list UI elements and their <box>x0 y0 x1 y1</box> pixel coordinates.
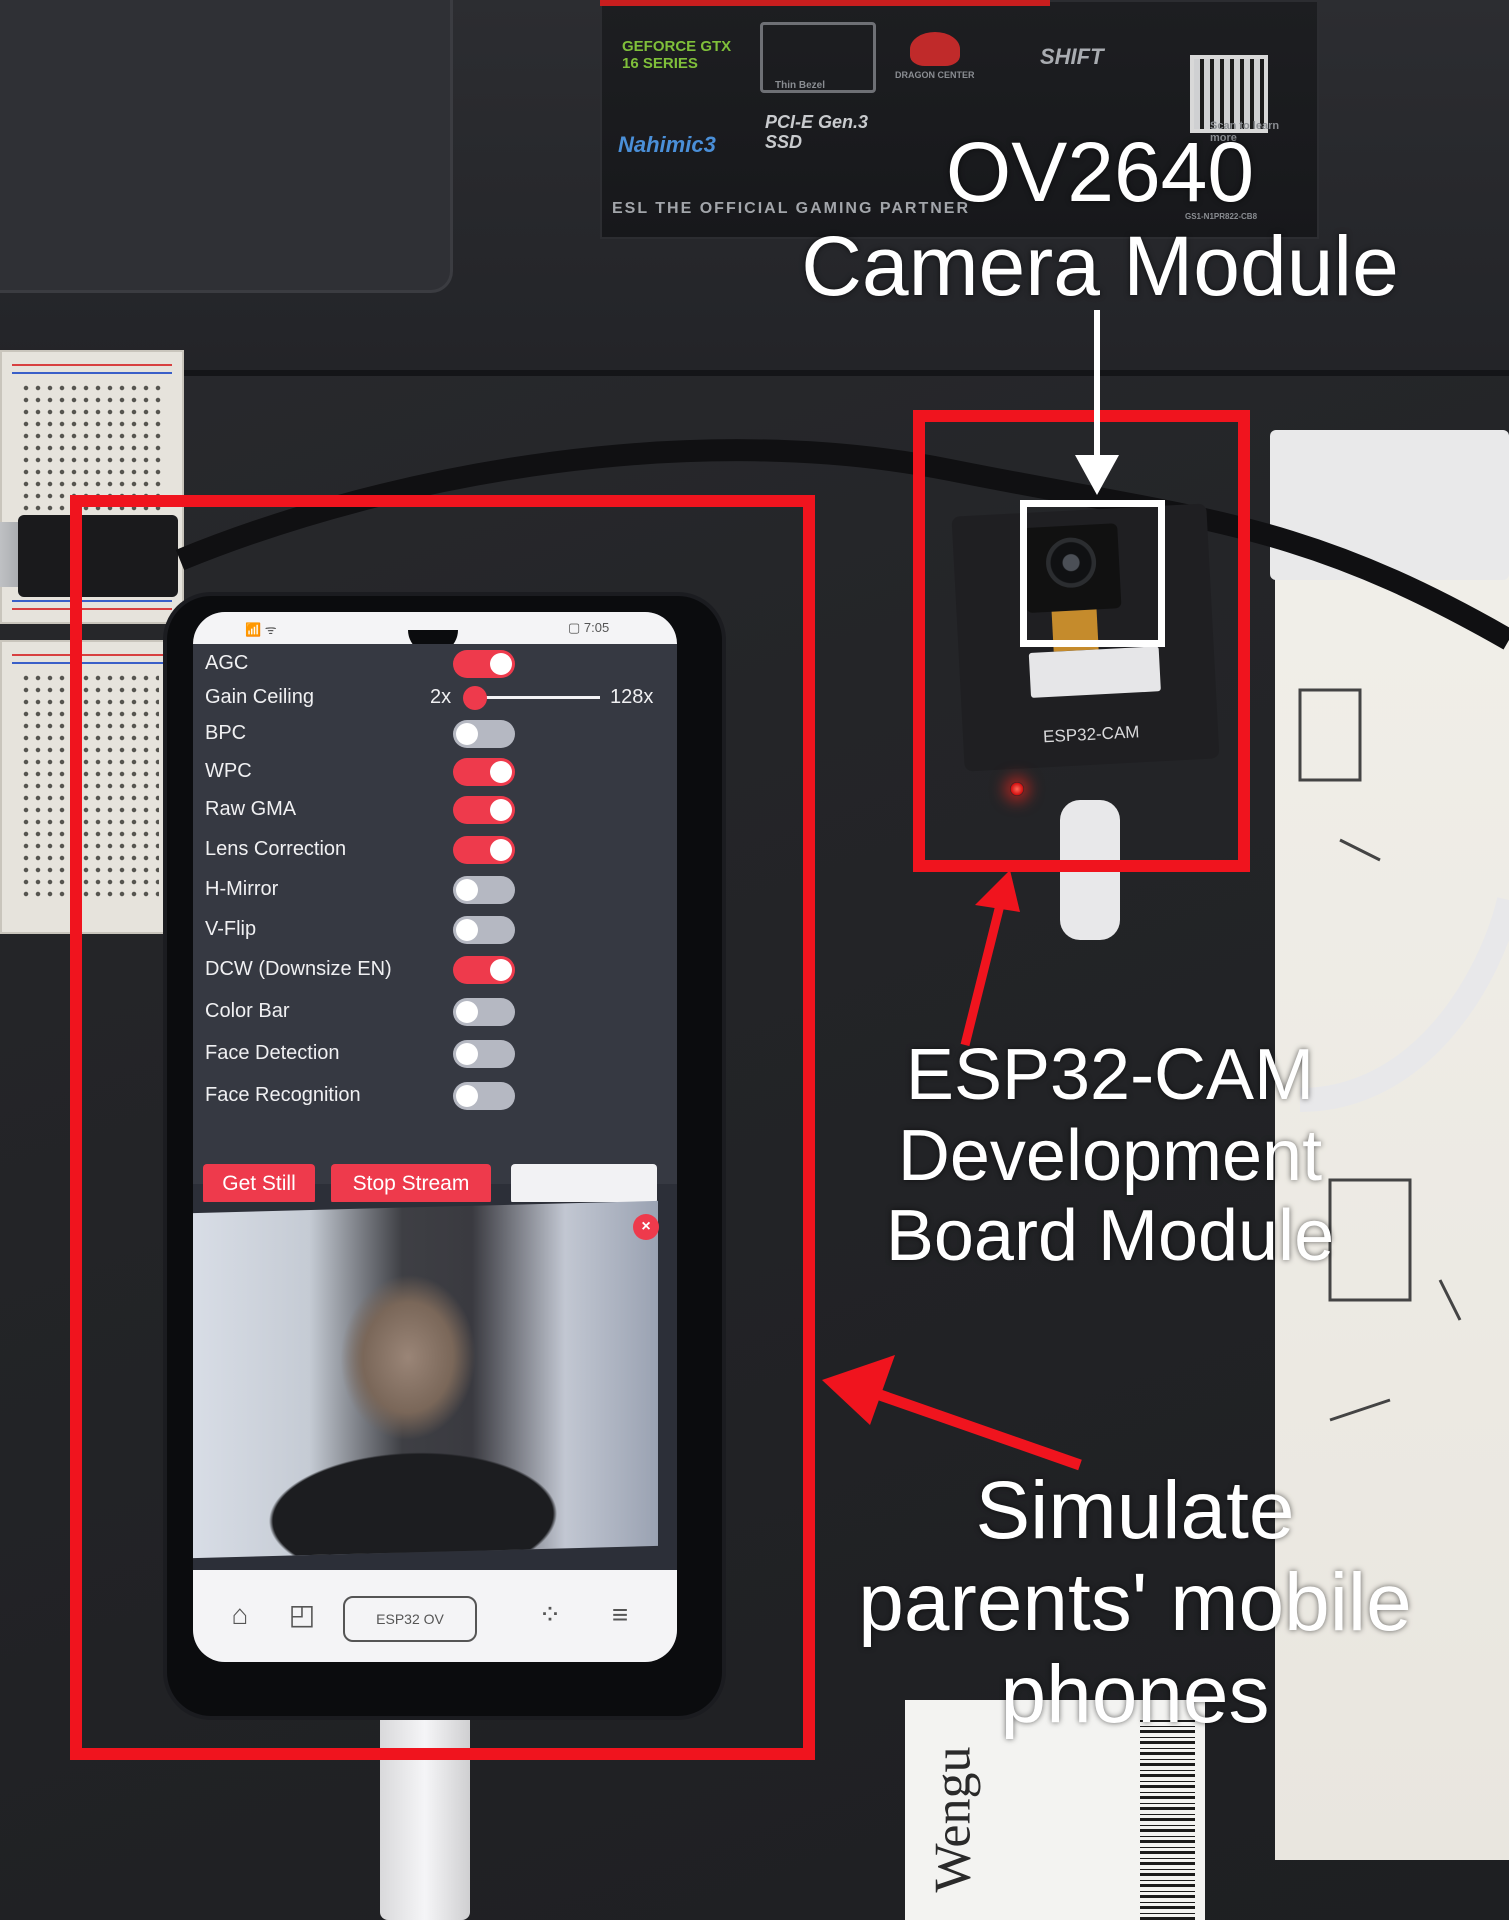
caption-line: Camera Module <box>801 219 1399 314</box>
caption-line: Simulate <box>975 1465 1295 1556</box>
phone-caption: Simulate parents' mobile phones <box>820 1465 1450 1740</box>
phone-arrow-line <box>878 1389 1082 1471</box>
esp-arrow-line <box>960 903 1005 1047</box>
camera-arrow-head <box>1075 455 1119 495</box>
caption-line: parents' mobile <box>858 1556 1412 1648</box>
camera-module-caption: OV2640 Camera Module <box>720 125 1480 313</box>
esp-board-caption: ESP32-CAM Development Board Module <box>820 1035 1400 1277</box>
caption-line: Board Module <box>885 1196 1335 1277</box>
caption-line: OV2640 <box>945 125 1255 219</box>
caption-line: ESP32-CAM <box>905 1035 1315 1115</box>
caption-line: phones <box>1000 1648 1270 1740</box>
esp-arrow-head <box>975 870 1020 912</box>
caption-line: Development <box>897 1115 1323 1196</box>
phone-arrow-head <box>822 1355 895 1425</box>
